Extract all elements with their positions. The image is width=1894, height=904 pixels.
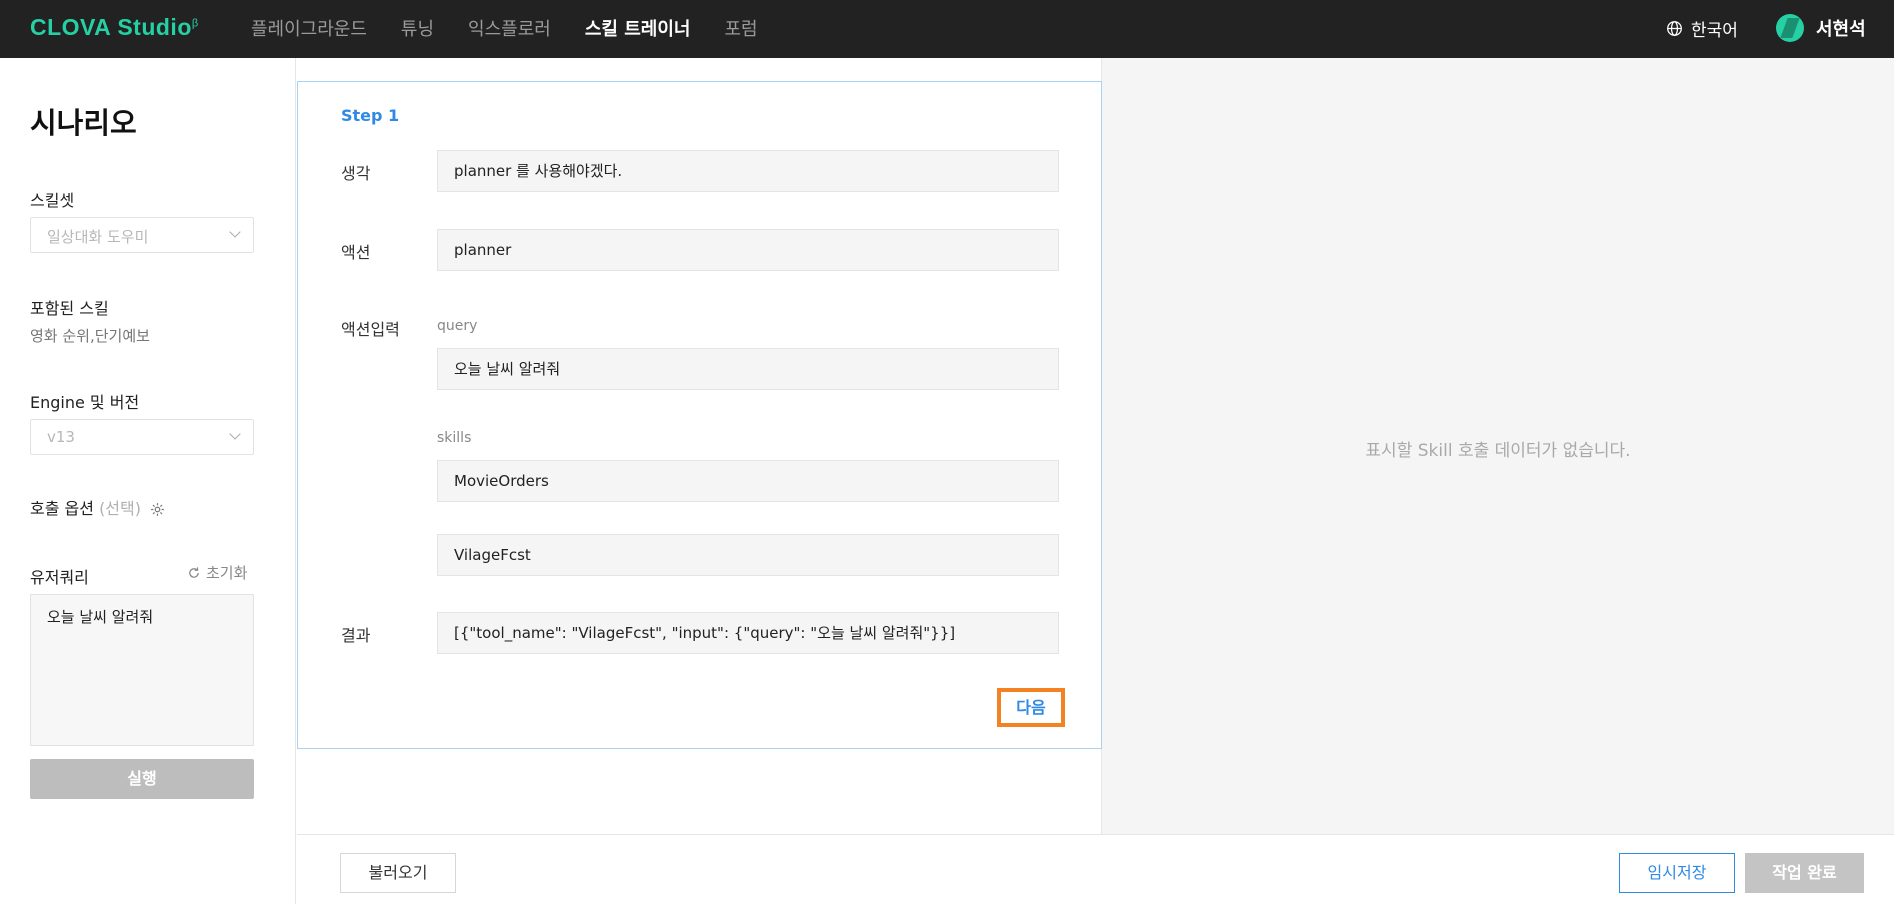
nav-forum[interactable]: 포럼	[725, 15, 758, 41]
action-field[interactable]: planner	[437, 229, 1059, 271]
skillset-select[interactable]: 일상대화 도우미	[30, 217, 254, 253]
action-input-label: 액션입력	[341, 320, 400, 339]
logo-text: CLOVA Studio	[30, 14, 192, 40]
chevron-down-icon	[229, 226, 241, 238]
engine-select[interactable]: v13	[30, 419, 254, 455]
language-label: 한국어	[1691, 21, 1738, 41]
globe-icon	[1667, 21, 1682, 36]
empty-state-message: 표시할 Skill 호출 데이터가 없습니다.	[1365, 441, 1631, 461]
query-sublabel: query	[437, 318, 478, 334]
skillset-value: 일상대화 도우미	[47, 228, 149, 246]
bottom-action-bar: 불러오기 임시저장 작업 완료	[297, 834, 1894, 904]
included-skills-value: 영화 순위,단기예보	[30, 327, 150, 345]
reset-button[interactable]: 초기화	[187, 562, 247, 583]
engine-label: Engine 및 버전	[30, 393, 140, 412]
skills-sublabel: skills	[437, 430, 472, 446]
user-query-input[interactable]: 오늘 날씨 알려줘	[30, 594, 254, 746]
avatar	[1776, 14, 1804, 42]
user-menu[interactable]: 서현석	[1776, 14, 1866, 42]
sidebar-title: 시나리오	[30, 106, 137, 140]
call-option-optional: (선택)	[99, 499, 141, 518]
thought-field[interactable]: planner 를 사용해야겠다.	[437, 150, 1059, 192]
user-query-label: 유저쿼리	[30, 568, 89, 587]
result-field[interactable]: [{"tool_name": "VilageFcst", "input": {"…	[437, 612, 1059, 654]
load-button[interactable]: 불러오기	[340, 853, 456, 893]
gear-icon[interactable]	[150, 502, 165, 517]
skill-field[interactable]: MovieOrders	[437, 460, 1059, 502]
reset-label: 초기화	[206, 564, 248, 582]
nav-explorer[interactable]: 익스플로러	[468, 15, 551, 41]
scenario-sidebar: 시나리오 스킬셋 일상대화 도우미 포함된 스킬 영화 순위,단기예보 Engi…	[0, 58, 296, 904]
thought-label: 생각	[341, 164, 371, 183]
nav-tuning[interactable]: 튜닝	[401, 15, 434, 41]
skill-call-data-panel: 표시할 Skill 호출 데이터가 없습니다.	[1102, 58, 1894, 834]
run-button[interactable]: 실행	[30, 759, 254, 799]
nav-skill-trainer[interactable]: 스킬 트레이너	[585, 15, 691, 41]
complete-button[interactable]: 작업 완료	[1745, 853, 1864, 893]
clova-studio-logo[interactable]: CLOVA Studioβ	[30, 14, 199, 41]
main-nav: 플레이그라운드 튜닝 익스플로러 스킬 트레이너 포럼	[251, 15, 758, 41]
language-selector[interactable]: 한국어	[1666, 16, 1738, 41]
step-card: Step 1 생각 planner 를 사용해야겠다. 액션 planner 액…	[297, 81, 1102, 749]
skill-field[interactable]: VilageFcst	[437, 534, 1059, 576]
call-option-text: 호출 옵션	[30, 499, 94, 518]
engine-value: v13	[47, 428, 75, 446]
action-label: 액션	[341, 243, 371, 262]
result-label: 결과	[341, 626, 371, 645]
included-skills-label: 포함된 스킬	[30, 299, 109, 318]
skillset-label: 스킬셋	[30, 191, 75, 210]
logo-beta-mark: β	[191, 17, 199, 30]
step-title: Step 1	[341, 106, 400, 125]
chevron-down-icon	[229, 428, 241, 440]
top-navigation-bar: CLOVA Studioβ 플레이그라운드 튜닝 익스플로러 스킬 트레이너 포…	[0, 0, 1894, 58]
nav-playground[interactable]: 플레이그라운드	[251, 15, 367, 41]
query-field[interactable]: 오늘 날씨 알려줘	[437, 348, 1059, 390]
next-button[interactable]: 다음	[997, 688, 1065, 727]
refresh-icon	[189, 566, 199, 578]
call-option-label[interactable]: 호출 옵션 (선택)	[30, 495, 165, 519]
user-name: 서현석	[1816, 19, 1866, 40]
temp-save-button[interactable]: 임시저장	[1619, 853, 1735, 893]
